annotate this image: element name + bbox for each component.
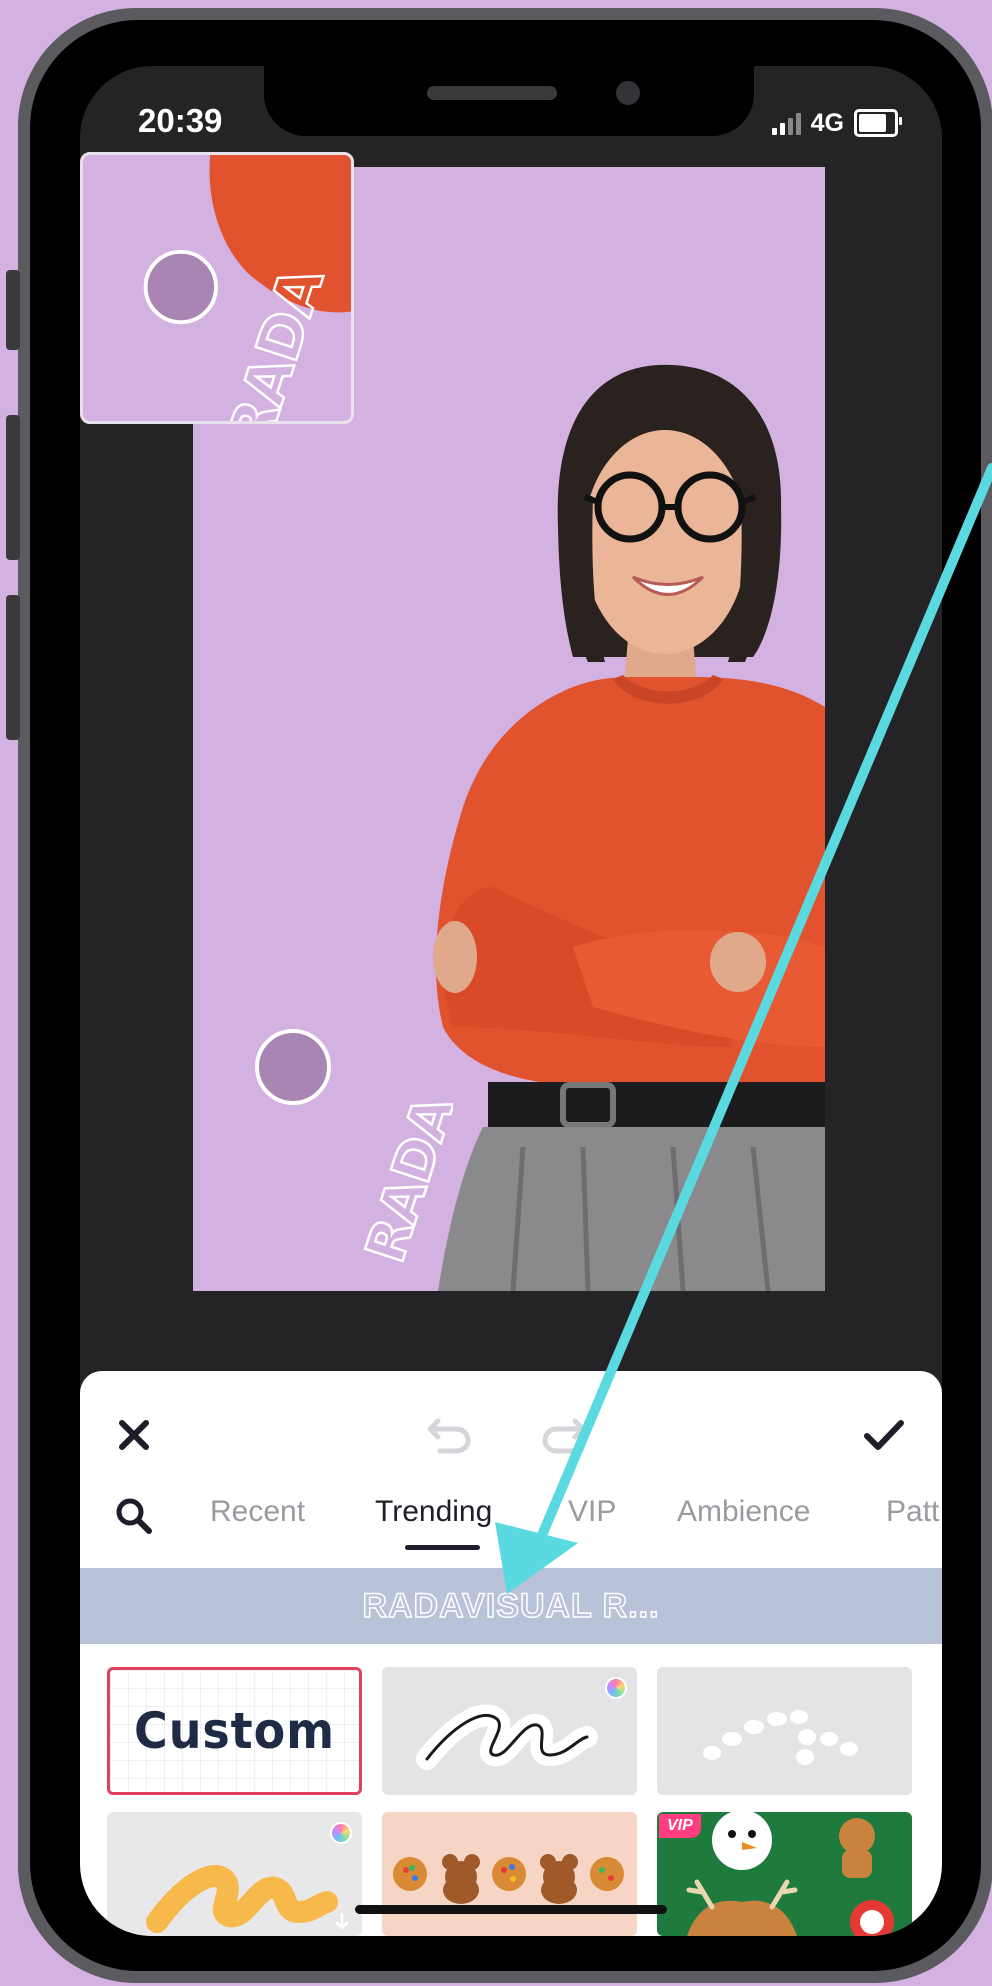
dotted-squiggle-icon [703,1710,858,1765]
squiggle-outline-icon [416,1704,598,1770]
preview-sticker-text: RADA [215,259,337,421]
tab-trending[interactable]: Trending [375,1495,492,1529]
preview-image: RADA [143,155,351,421]
sticker-tile-brush-outline[interactable] [382,1667,637,1795]
active-tab-indicator [405,1545,480,1550]
close-button[interactable] [110,1411,158,1459]
rada-sticker-text: RADA [353,1088,453,1269]
network-type: 4G [810,108,844,137]
cookie-bear-pattern-icon [393,1854,624,1904]
preview-thumbnail[interactable]: RADA [80,152,354,424]
battery-icon [854,109,902,137]
close-icon [119,1420,149,1450]
status-time: 20:39 [138,102,223,139]
sticker-tile-dotted-brush[interactable] [657,1667,912,1795]
search-icon [116,1498,152,1534]
download-icon [335,1912,349,1930]
yellow-squiggle-icon [146,1865,338,1933]
signal-icon [771,111,801,135]
front-camera [616,81,640,105]
sticker-pack-banner[interactable]: RADAVISUAL R... [80,1568,942,1644]
sticker-tile-christmas[interactable]: VIP [657,1812,912,1936]
home-indicator [355,1905,667,1914]
undo-icon [427,1418,471,1454]
rada-sticker[interactable]: RADA [253,1027,453,1287]
tab-vip[interactable]: VIP [568,1495,616,1529]
redo-icon [542,1418,586,1454]
sticker-tile-yellow-brush[interactable] [107,1812,362,1936]
battery-level [859,114,887,132]
volume-down-button [6,595,20,740]
custom-label: Custom [134,1702,335,1760]
volume-up-button [6,415,20,560]
redo-button[interactable] [540,1411,588,1459]
status-indicators: 4G [771,108,902,138]
phone-screen: 20:39 4G RADA RADA Recent Trending VIP A… [80,66,942,1936]
sticker-pack-title: RADAVISUAL R... [362,1586,660,1626]
color-palette-icon [330,1822,352,1844]
tab-recent[interactable]: Recent [210,1495,305,1529]
tab-patterns[interactable]: Patt [886,1495,939,1529]
checkmark-icon [864,1420,904,1450]
mute-switch [6,270,20,350]
search-button[interactable] [115,1497,153,1540]
category-tabs: Recent Trending VIP Ambience Patt [80,1483,942,1553]
vip-badge: VIP [659,1814,701,1838]
tab-ambience[interactable]: Ambience [677,1495,810,1529]
undo-button[interactable] [425,1411,473,1459]
speaker [427,86,557,100]
custom-sticker-tile[interactable]: Custom [107,1667,362,1795]
sticker-tile-cookies-bears[interactable] [382,1812,637,1936]
confirm-button[interactable] [860,1411,908,1459]
notch [264,66,754,136]
sticker-sheet: Recent Trending VIP Ambience Patt RADAVI… [80,1371,942,1936]
color-palette-icon [605,1677,627,1699]
